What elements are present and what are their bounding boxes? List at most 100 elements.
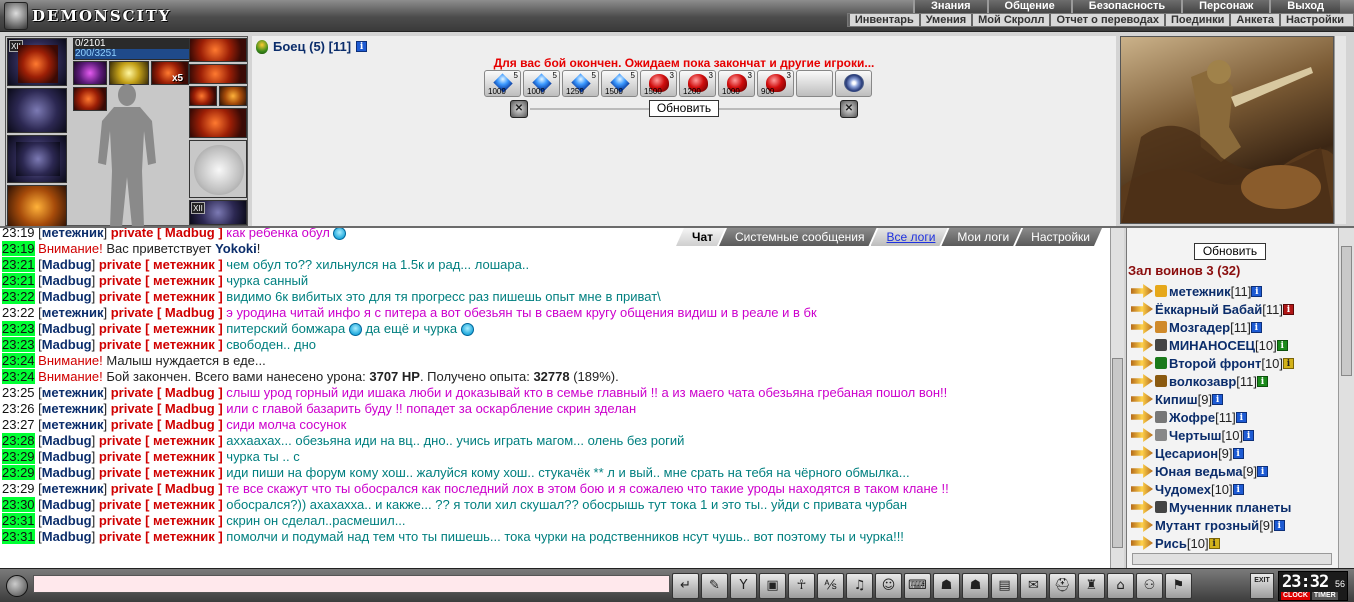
menu-znaniya[interactable]: Знания — [913, 0, 987, 13]
info-icon[interactable]: i — [1208, 537, 1220, 549]
sender-nick[interactable]: метежник — [42, 417, 104, 432]
submenu-inventory[interactable]: Инвентарь — [847, 14, 919, 26]
chat-input[interactable] — [33, 575, 670, 593]
sender-nick[interactable]: Madbug — [42, 257, 92, 272]
potion-slot[interactable]: 3 1500 — [640, 70, 677, 97]
submenu-duels[interactable]: Поединки — [1163, 14, 1229, 26]
potion-slot[interactable] — [835, 70, 872, 97]
sack-icon[interactable]: ☗ — [962, 573, 989, 599]
private-arrow-icon[interactable] — [1131, 482, 1153, 496]
keyboard-icon[interactable]: ⌨ — [904, 573, 931, 599]
sender-nick[interactable]: Madbug — [42, 497, 92, 512]
submenu-settings[interactable]: Настройки — [1278, 14, 1349, 26]
private-recipient[interactable]: private [ метежник ] — [99, 337, 223, 352]
private-recipient[interactable]: private [ метежник ] — [99, 513, 223, 528]
chat-scrollbar[interactable] — [1110, 228, 1124, 568]
private-recipient[interactable]: private [ Madbug ] — [111, 305, 223, 320]
private-arrow-icon[interactable] — [1131, 536, 1153, 550]
armor-icon[interactable]: ♜ — [1078, 573, 1105, 599]
player-row[interactable]: метежник [11] i — [1131, 282, 1338, 300]
group-icon[interactable]: ⚇ — [1136, 573, 1163, 599]
sender-nick[interactable]: метежник — [42, 385, 104, 400]
player-name[interactable]: метежник — [1169, 284, 1231, 299]
amulet-slot[interactable] — [7, 88, 67, 133]
sender-nick[interactable]: Madbug — [42, 433, 92, 448]
flag-icon[interactable]: ⚑ — [1165, 573, 1192, 599]
private-recipient[interactable]: private [ метежник ] — [99, 321, 223, 336]
info-icon[interactable]: i — [1243, 429, 1255, 441]
info-icon[interactable]: i — [1212, 393, 1224, 405]
timer-button[interactable]: TIMER — [1311, 592, 1338, 600]
picture-scrollbar[interactable] — [1334, 36, 1346, 224]
private-recipient[interactable]: private [ Madbug ] — [111, 385, 223, 400]
smile-icon[interactable]: ☺ — [875, 573, 902, 599]
info-icon[interactable]: i — [356, 41, 368, 52]
private-arrow-icon[interactable] — [1131, 464, 1153, 478]
private-recipient[interactable]: private [ Madbug ] — [111, 481, 223, 496]
player-name[interactable]: волкозавр — [1169, 374, 1236, 389]
private-recipient[interactable]: private [ Madbug ] — [111, 228, 223, 240]
scroll-icon[interactable]: ✉ — [1020, 573, 1047, 599]
chat-tab[interactable]: Все логи — [871, 228, 948, 246]
player-row[interactable]: Кипиш [9] i — [1131, 390, 1338, 408]
sound-icon[interactable]: ♫ — [846, 573, 873, 599]
online-scroll-thumb[interactable] — [1341, 246, 1352, 376]
player-name[interactable]: Мученник планеты — [1169, 500, 1291, 515]
submenu-skills[interactable]: Умения — [918, 14, 971, 26]
helmet-icon[interactable]: ⛑ — [1049, 573, 1076, 599]
info-icon[interactable]: i — [1256, 375, 1268, 387]
private-arrow-icon[interactable] — [1131, 518, 1153, 532]
player-row[interactable]: Рись [10] i — [1131, 534, 1338, 552]
save-icon[interactable]: ▣ — [759, 573, 786, 599]
eraser-icon[interactable]: ✎ — [701, 573, 728, 599]
sender-nick[interactable]: Madbug — [42, 337, 92, 352]
info-icon[interactable]: i — [1273, 519, 1285, 531]
potion-slot[interactable]: 3 1200 — [679, 70, 716, 97]
sender-nick[interactable]: Madbug — [42, 273, 92, 288]
player-name[interactable]: Кипиш — [1155, 392, 1198, 407]
info-icon[interactable]: i — [1257, 465, 1269, 477]
player-name[interactable]: Второй фронт — [1169, 356, 1261, 371]
player-row[interactable]: Чудомех [10] i — [1131, 480, 1338, 498]
potion-slot[interactable]: 5 1000 — [484, 70, 521, 97]
submenu-my-scroll[interactable]: Мой Скролл — [971, 14, 1049, 26]
private-arrow-icon[interactable] — [1131, 374, 1153, 388]
private-arrow-icon[interactable] — [1131, 302, 1153, 316]
private-arrow-icon[interactable] — [1131, 428, 1153, 442]
player-row[interactable]: Чертыш [10] i — [1131, 426, 1338, 444]
private-recipient[interactable]: private [ метежник ] — [99, 449, 223, 464]
menu-vyhod[interactable]: Выход — [1269, 0, 1340, 13]
online-refresh-button[interactable]: Обновить — [1194, 243, 1266, 260]
player-row[interactable]: Юная ведьма [9] i — [1131, 462, 1338, 480]
potion-slot[interactable]: 5 1500 — [601, 70, 638, 97]
player-row[interactable]: волкозавр [11] i — [1131, 372, 1338, 390]
private-arrow-icon[interactable] — [1131, 446, 1153, 460]
info-icon[interactable]: i — [1282, 303, 1294, 315]
player-name[interactable]: Юная ведьма — [1155, 464, 1243, 479]
info-icon[interactable]: i — [1283, 357, 1295, 369]
player-name[interactable]: Мутант грозный — [1155, 518, 1259, 533]
weapon-offhand-slot[interactable] — [7, 185, 67, 229]
ring-slot-2[interactable] — [189, 64, 247, 84]
info-icon[interactable]: i — [1251, 285, 1263, 297]
chat-tab[interactable]: Чат — [676, 228, 725, 246]
private-arrow-icon[interactable] — [1131, 284, 1153, 298]
sender-nick[interactable]: метежник — [42, 481, 104, 496]
gloves-slot[interactable] — [189, 108, 247, 138]
player-row[interactable]: Мученник планеты — [1131, 498, 1338, 516]
filter-icon[interactable]: Y — [730, 573, 757, 599]
player-row[interactable]: Жофре [11] i — [1131, 408, 1338, 426]
weapon-slot[interactable] — [7, 135, 67, 183]
sender-nick[interactable]: Madbug — [42, 289, 92, 304]
sender-nick[interactable]: метежник — [42, 401, 104, 416]
private-recipient[interactable]: private [ метежник ] — [99, 433, 223, 448]
sender-nick[interactable]: метежник — [42, 305, 104, 320]
chat-tab[interactable]: Мои логи — [941, 228, 1021, 246]
info-icon[interactable]: i — [1276, 339, 1288, 351]
reply-icon[interactable]: ↵ — [672, 573, 699, 599]
online-list-scrollbar[interactable] — [1338, 228, 1354, 568]
player-row[interactable]: Мозгадер [11] i — [1131, 318, 1338, 336]
private-arrow-icon[interactable] — [1131, 320, 1153, 334]
private-recipient[interactable]: private [ метежник ] — [99, 465, 223, 480]
translit-icon[interactable]: ⅍ — [817, 573, 844, 599]
